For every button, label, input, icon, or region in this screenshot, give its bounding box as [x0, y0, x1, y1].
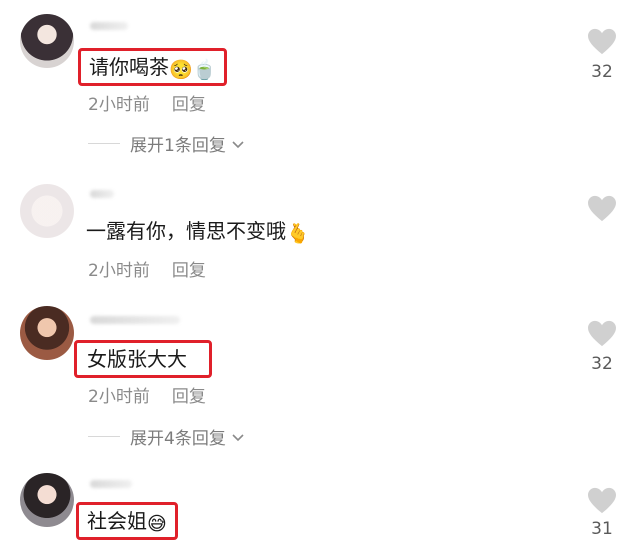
comment-meta: 2小时前 回复 [88, 256, 206, 281]
comment-text: 女版张大大 [74, 340, 212, 378]
comment-text-content: 社会姐 [87, 509, 147, 533]
divider-line [88, 143, 120, 144]
tea-emoji: 🍵 [192, 59, 217, 81]
comment-meta: 2小时前 回复 [88, 382, 206, 407]
chevron-down-icon [232, 433, 244, 441]
comment-time: 2小时前 [88, 387, 150, 407]
expand-replies-label: 展开1条回复 [130, 136, 226, 156]
like-count: 32 [591, 62, 613, 82]
like-count: 32 [591, 354, 613, 374]
avatar[interactable] [20, 184, 74, 238]
expand-replies-label: 展开4条回复 [130, 429, 226, 449]
reply-button[interactable]: 回复 [172, 261, 206, 281]
comment-text: 请你喝茶🥺🍵 [78, 48, 228, 86]
like-count: 31 [591, 519, 613, 539]
heart-icon [588, 28, 616, 55]
comment-text-content: 请你喝茶 [89, 55, 169, 79]
username-blurred[interactable] [90, 480, 132, 488]
heart-icon [588, 487, 616, 514]
avatar[interactable] [20, 473, 74, 527]
avatar[interactable] [20, 14, 74, 68]
username-blurred[interactable] [90, 316, 180, 324]
expand-replies[interactable]: 展开1条回复 [88, 131, 246, 156]
divider-line [88, 436, 120, 437]
comment-text: 一露有你，情思不变哦🫰 [86, 218, 310, 244]
comment-meta: 2小时前 回复 [88, 90, 206, 115]
username-blurred[interactable] [90, 190, 114, 198]
comment-text: 社会姐😅 [76, 502, 178, 540]
username-blurred[interactable] [90, 22, 128, 30]
heart-icon [588, 195, 616, 222]
chevron-down-icon [232, 140, 244, 148]
heart-icon [588, 320, 616, 347]
grinning-sweat-emoji: 😅 [147, 513, 167, 535]
reply-button[interactable]: 回复 [172, 95, 206, 115]
like-button[interactable]: 32 [584, 28, 620, 82]
pleading-face-emoji: 🥺 [169, 59, 193, 81]
comment-time: 2小时前 [88, 95, 150, 115]
like-button[interactable]: 32 [584, 320, 620, 374]
comment-time: 2小时前 [88, 261, 150, 281]
comment-text-content: 女版张大大 [87, 347, 187, 371]
reply-button[interactable]: 回复 [172, 387, 206, 407]
avatar[interactable] [20, 306, 74, 360]
like-button[interactable] [584, 195, 620, 223]
like-button[interactable]: 31 [584, 487, 620, 539]
finger-heart-emoji: 🫰 [286, 223, 310, 245]
expand-replies[interactable]: 展开4条回复 [88, 424, 246, 449]
comment-text-content: 一露有你，情思不变哦 [86, 219, 286, 243]
